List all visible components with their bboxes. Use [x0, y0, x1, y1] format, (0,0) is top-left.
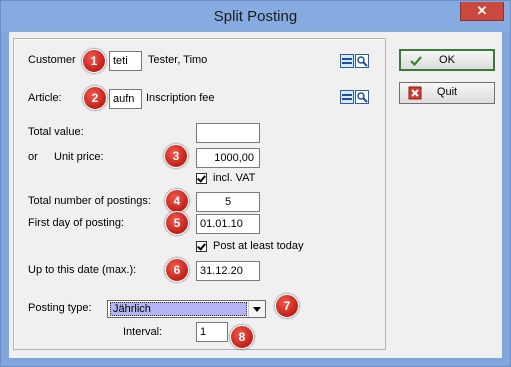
- quit-button-label: Quit: [436, 86, 458, 98]
- badge-7: 7: [275, 294, 299, 318]
- title-bar: Split Posting ✕: [1, 1, 510, 32]
- form-group: Customer 1 teti Tester, Timo Article: 2 …: [13, 38, 386, 350]
- total-value-field[interactable]: [196, 123, 260, 143]
- total-postings-field[interactable]: 5: [196, 192, 260, 212]
- first-day-label: First day of posting:: [28, 217, 124, 229]
- ok-button-label: OK: [439, 54, 455, 66]
- article-label: Article:: [28, 92, 62, 104]
- customer-search-icon[interactable]: [355, 54, 369, 68]
- badge-4: 4: [165, 189, 189, 213]
- up-to-date-field[interactable]: 31.12.20: [196, 261, 260, 281]
- article-list-icon[interactable]: [340, 90, 354, 104]
- unit-price-label: Unit price:: [54, 151, 104, 163]
- badge-3: 3: [164, 144, 188, 168]
- badge-2: 2: [83, 86, 107, 110]
- ok-button[interactable]: OK: [399, 49, 495, 71]
- badge-5: 5: [165, 211, 189, 235]
- customer-list-icon[interactable]: [340, 54, 354, 68]
- close-button[interactable]: ✕: [460, 2, 504, 21]
- posting-type-select[interactable]: Jährlich: [107, 300, 266, 318]
- badge-8: 8: [230, 325, 254, 349]
- interval-label: Interval:: [123, 326, 163, 338]
- unit-price-field[interactable]: 1000,00: [196, 148, 260, 168]
- post-today-label: Post at least today: [213, 240, 304, 252]
- incl-vat-label: incl. VAT: [213, 172, 256, 184]
- first-day-field[interactable]: 01.01.10: [196, 214, 260, 234]
- badge-6: 6: [165, 258, 189, 282]
- customer-label: Customer: [28, 54, 76, 66]
- quit-button[interactable]: Quit: [399, 82, 495, 104]
- article-code-field[interactable]: aufn: [109, 89, 142, 109]
- posting-type-value: Jährlich: [110, 302, 247, 316]
- incl-vat-checkbox[interactable]: [196, 173, 207, 184]
- article-name: Inscription fee: [146, 92, 215, 104]
- chevron-down-icon[interactable]: [248, 301, 265, 317]
- window-title: Split Posting: [213, 8, 298, 25]
- badge-1: 1: [82, 49, 106, 73]
- total-value-label: Total value:: [28, 126, 84, 138]
- up-to-date-label: Up to this date (max.):: [28, 264, 137, 276]
- post-today-checkbox[interactable]: [196, 241, 207, 252]
- customer-code-field[interactable]: teti: [109, 51, 142, 71]
- dialog-body: Customer 1 teti Tester, Timo Article: 2 …: [9, 32, 502, 358]
- or-label: or: [28, 151, 38, 163]
- article-search-icon[interactable]: [355, 90, 369, 104]
- dialog-window: Split Posting ✕ Customer 1 teti Tester, …: [0, 0, 511, 367]
- posting-type-label: Posting type:: [28, 302, 92, 314]
- interval-field[interactable]: 1: [196, 322, 228, 342]
- total-postings-label: Total number of postings:: [28, 195, 151, 207]
- customer-name: Tester, Timo: [148, 54, 208, 66]
